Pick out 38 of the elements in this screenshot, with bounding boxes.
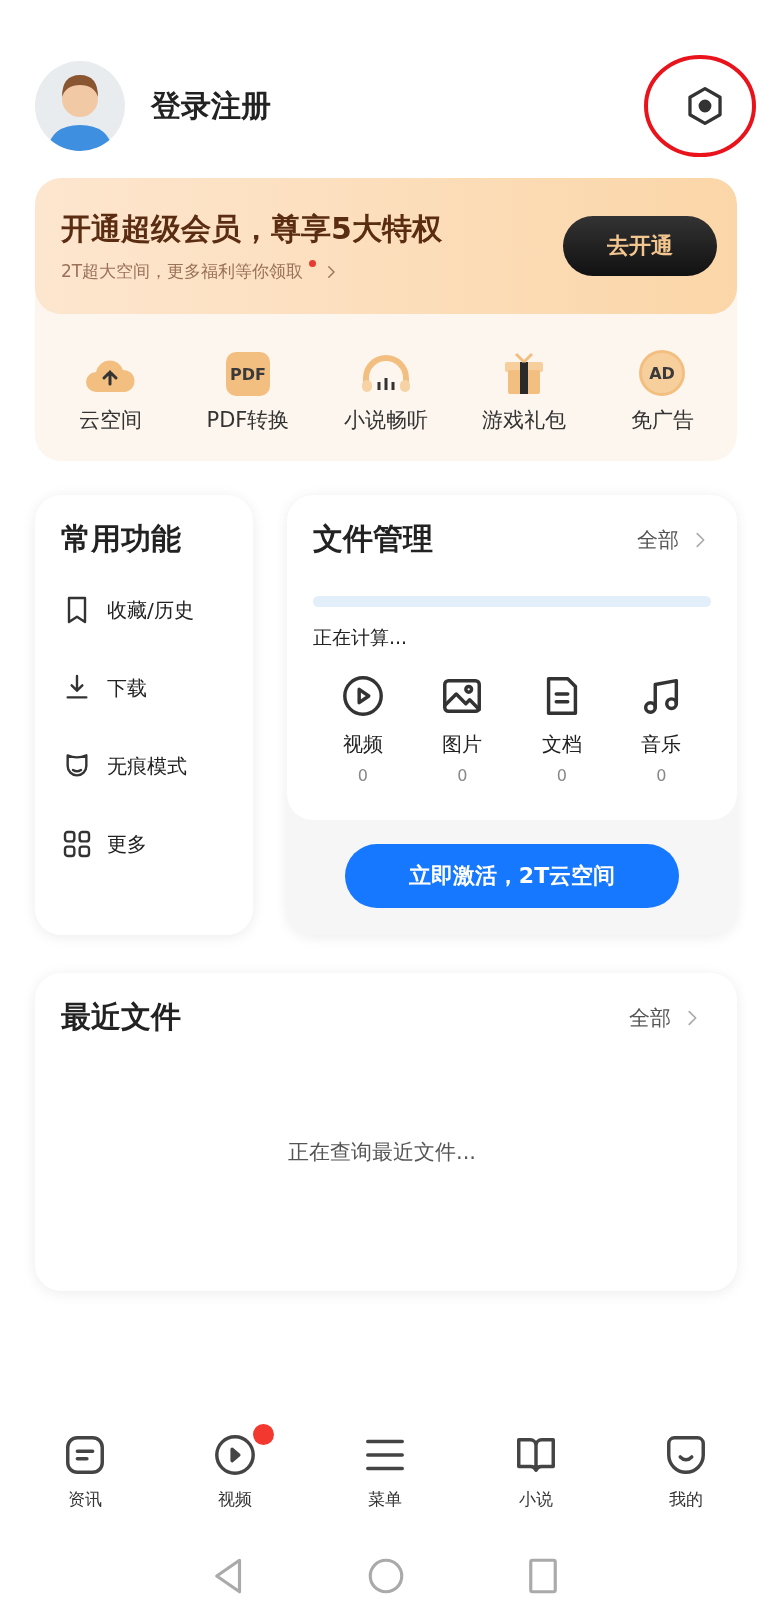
grid-icon bbox=[61, 828, 93, 860]
storage-status: 正在计算... bbox=[313, 625, 409, 650]
function-item[interactable]: 无痕模式 bbox=[61, 750, 253, 782]
perk-item[interactable]: 云空间 bbox=[41, 344, 179, 434]
file-count: 0 bbox=[457, 766, 468, 785]
activate-vip-button[interactable]: 去开通 bbox=[563, 216, 717, 276]
file-type-label[interactable]: 音乐 bbox=[641, 731, 682, 758]
login-register-link[interactable]: 登录注册 bbox=[151, 85, 649, 127]
file-type-label[interactable]: 图片 bbox=[442, 731, 483, 758]
file-count: 0 bbox=[556, 766, 567, 785]
view-all-link[interactable]: 全部 bbox=[629, 1003, 703, 1032]
vip-subtitle: 2T超大空间，更多福利等你领取 bbox=[61, 260, 304, 283]
no-ads-icon: AD bbox=[639, 350, 685, 396]
perk-item[interactable]: 游戏礼包 bbox=[455, 344, 593, 434]
file-type-label[interactable]: 视频 bbox=[342, 731, 383, 758]
perk-item[interactable]: PDF PDF转换 bbox=[179, 344, 317, 434]
file-count: 0 bbox=[656, 766, 667, 785]
card-title: 最近文件 bbox=[61, 998, 181, 1036]
nav-tab[interactable]: 小说 bbox=[460, 1424, 611, 1511]
loading-message: 正在查询最近文件... bbox=[287, 1139, 477, 1166]
nav-tab[interactable]: 我的 bbox=[610, 1424, 761, 1511]
view-all-link[interactable]: 全部 bbox=[637, 525, 711, 554]
function-item[interactable]: 下载 bbox=[61, 672, 253, 704]
function-item[interactable]: 更多 bbox=[61, 828, 253, 860]
file-count: 0 bbox=[357, 766, 368, 785]
activate-cloud-button[interactable]: 立即激活，2T云空间 bbox=[345, 844, 679, 908]
perk-item[interactable]: AD 免广告 bbox=[593, 344, 731, 434]
card-title: 文件管理 bbox=[313, 520, 433, 558]
nav-tab[interactable]: 菜单 bbox=[310, 1424, 461, 1511]
file-type-label[interactable]: 文档 bbox=[541, 731, 582, 758]
nav-tab[interactable]: 资讯 bbox=[10, 1424, 161, 1511]
vip-title: 开通超级会员，尊享5大特权 bbox=[61, 211, 442, 246]
card-title: 常用功能 bbox=[61, 520, 182, 558]
perk-item[interactable]: 小说畅听 bbox=[317, 344, 455, 434]
vip-banner[interactable]: 开通超级会员，尊享5大特权 2T超大空间，更多福利等你领取 去开通 bbox=[35, 178, 737, 314]
pdf-icon: PDF bbox=[226, 352, 270, 396]
function-item[interactable]: 收藏/历史 bbox=[61, 594, 253, 626]
nav-tab[interactable]: 视频 bbox=[160, 1424, 311, 1511]
